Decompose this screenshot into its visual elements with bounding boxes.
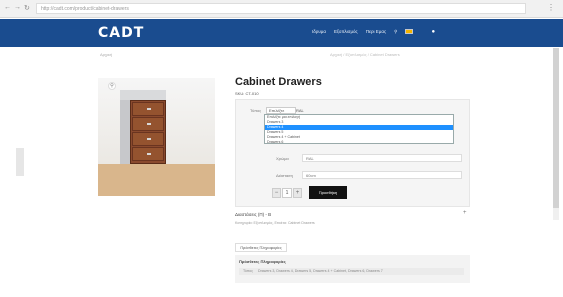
- product-meta: Κατηγορία: Εξοπλισμός, Ετικέτα: Cabinet …: [235, 221, 315, 225]
- scrollbar-thumb[interactable]: [553, 48, 559, 208]
- specs-row: Τύπος Drawers 3, Drawers 4, Drawers 5, D…: [239, 268, 464, 275]
- cabinet-drawer: [132, 147, 164, 161]
- image-floor: [98, 164, 215, 196]
- select-arrow: RAL: [296, 108, 304, 113]
- specs-row-label: Τύπος: [243, 269, 254, 273]
- nav-item[interactable]: Περι Εμας: [366, 29, 386, 35]
- cabinet-side: [120, 100, 130, 164]
- reload-icon[interactable]: ↻: [24, 4, 30, 12]
- product-sku: SKU: CT-010: [235, 91, 259, 96]
- quantity-input[interactable]: 1: [282, 188, 292, 198]
- top-nav: Ιδρυμα Εξοπλισμός Περι Εμας ⚲ ●: [312, 29, 435, 35]
- language-flag-icon[interactable]: [405, 29, 414, 34]
- cabinet-drawer: [132, 132, 164, 146]
- type-select[interactable]: Επιλέξτε: [266, 107, 296, 114]
- color-label: Χρώμα: [276, 156, 289, 161]
- scrollbar[interactable]: [553, 48, 559, 220]
- add-to-cart-button[interactable]: Προσθήκη: [309, 186, 347, 199]
- specs-row-value: Drawers 3, Drawers 4, Drawers 5, Drawers…: [258, 269, 383, 273]
- product-options: Τύπος Επιλέξτε RAL Επιλέξτε μια επιλογή …: [235, 99, 470, 207]
- site-logo[interactable]: CADT: [98, 25, 144, 41]
- specs-heading: Πρόσθετες Πληροφορίες: [239, 259, 286, 264]
- product-image[interactable]: ⚲: [98, 78, 215, 196]
- zoom-icon[interactable]: ⚲: [108, 82, 116, 90]
- section-title[interactable]: Διαστάσεις (Π) - Β: [235, 212, 271, 217]
- product-title: Cabinet Drawers: [235, 76, 322, 88]
- breadcrumb-trail[interactable]: Αρχική / Εξοπλισμός / Cabinet Drawers: [330, 52, 400, 57]
- cart-icon[interactable]: ●: [431, 29, 435, 35]
- type-label: Τύπος: [250, 108, 262, 113]
- address-bar[interactable]: http://cadt.com/product/cabinet-drawers: [36, 3, 526, 14]
- qty-minus-button[interactable]: −: [272, 188, 281, 198]
- tab-additional-info[interactable]: Πρόσθετες Πληροφορίες: [235, 243, 287, 252]
- nav-item[interactable]: Εξοπλισμός: [334, 29, 358, 35]
- browser-bar: ← → ↻ http://cadt.com/product/cabinet-dr…: [0, 0, 563, 18]
- forward-icon[interactable]: →: [14, 4, 21, 11]
- expand-icon[interactable]: +: [463, 210, 467, 216]
- qty-plus-button[interactable]: +: [293, 188, 302, 198]
- back-icon[interactable]: ←: [4, 4, 11, 11]
- menu-icon[interactable]: ⋮: [547, 3, 555, 12]
- color-field[interactable]: RAL: [302, 154, 462, 162]
- cabinet-drawer: [132, 102, 164, 116]
- size-field[interactable]: 60cm: [302, 171, 462, 179]
- site-header: CADT Ιδρυμα Εξοπλισμός Περι Εμας ⚲ ●: [0, 19, 563, 47]
- search-icon[interactable]: ⚲: [394, 29, 397, 35]
- specs-panel: Πρόσθετες Πληροφορίες Τύπος Drawers 3, D…: [235, 255, 470, 283]
- dropdown-option[interactable]: Drawers 6: [265, 140, 453, 145]
- side-tab[interactable]: [16, 148, 24, 176]
- breadcrumb[interactable]: Αρχική: [100, 52, 112, 57]
- cabinet-drawer: [132, 117, 164, 131]
- size-label: Διάσταση: [276, 173, 293, 178]
- cabinet-top: [120, 90, 166, 100]
- nav-item[interactable]: Ιδρυμα: [312, 29, 326, 35]
- type-dropdown[interactable]: Επιλέξτε μια επιλογή Drawers 3 Drawers 4…: [264, 114, 454, 144]
